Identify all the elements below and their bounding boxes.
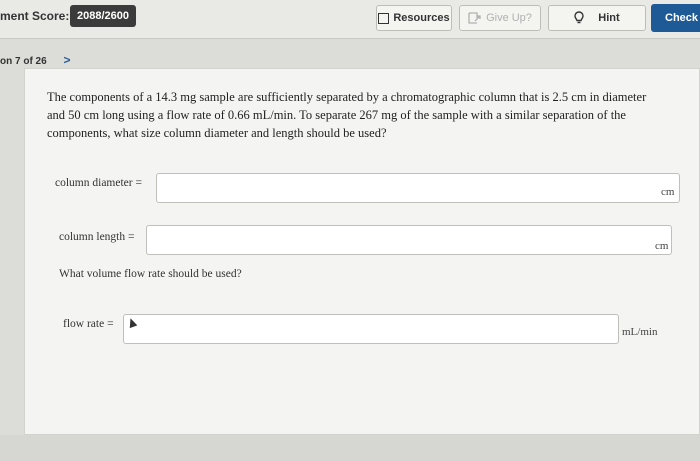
column-diameter-label: column diameter = [55,177,142,189]
score-badge: 2088/2600 [70,5,136,27]
chevron-right-icon[interactable]: > [63,53,70,67]
resources-button[interactable]: Resources [376,5,452,31]
score-label: ment Score: [0,9,70,23]
top-bar: ment Score: 2088/2600 Resources Give Up?… [0,0,700,39]
column-length-input[interactable] [146,225,672,255]
resources-box-icon [378,12,390,24]
question-position: on 7 of 26 [0,56,47,67]
bottom-shade [0,435,700,461]
hint-button[interactable]: Hint [548,5,646,31]
column-length-unit: cm [655,240,669,252]
flow-rate-unit: mL/min [622,326,658,338]
question-card: The components of a 14.3 mg sample are s… [24,68,700,435]
question-text: The components of a 14.3 mg sample are s… [47,90,647,140]
flow-rate-question: What volume flow rate should be used? [59,268,242,280]
question-navigation: on 7 of 26 > [0,53,70,67]
flow-rate-label: flow rate = [63,318,114,330]
hint-label: Hint [598,12,620,24]
give-up-label: Give Up? [486,12,532,24]
resources-label: Resources [393,12,450,24]
lightbulb-icon [574,11,584,24]
check-answer-button[interactable]: Check A [651,4,700,32]
give-up-button[interactable]: Give Up? [459,5,541,31]
column-diameter-unit: cm [661,186,675,198]
column-length-label: column length = [59,231,135,243]
flow-rate-input[interactable] [123,314,619,344]
column-diameter-input[interactable] [156,173,680,203]
give-up-icon [468,12,481,24]
